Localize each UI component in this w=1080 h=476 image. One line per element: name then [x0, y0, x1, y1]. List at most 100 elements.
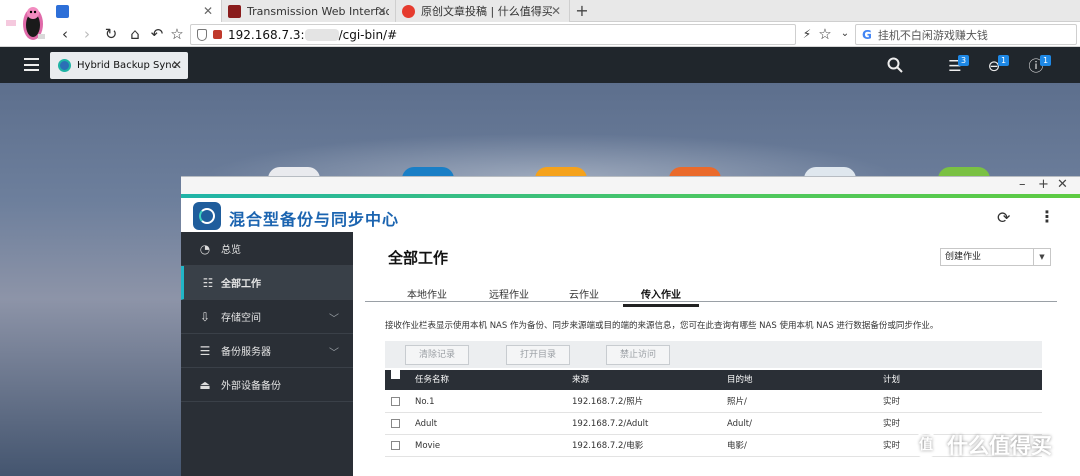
more-options-icon[interactable]: ⋮	[1039, 207, 1055, 226]
column-header-name[interactable]: 任务名称	[415, 370, 449, 390]
open-directory-button[interactable]: 打开目录	[506, 345, 570, 365]
column-header-destination[interactable]: 目的地	[727, 370, 753, 390]
block-access-button[interactable]: 禁止访问	[606, 345, 670, 365]
sidebar-item-external-backup[interactable]: ⏏ 外部设备备份	[181, 368, 353, 402]
browser-tab-qts[interactable]: ✕	[50, 0, 222, 22]
external-drive-icon: ⏏	[199, 378, 211, 392]
sidebar-item-backup-server[interactable]: ☰ 备份服务器 ﹀	[181, 334, 353, 368]
qnap-favicon-icon	[56, 4, 69, 18]
close-tab-icon[interactable]: ✕	[377, 4, 387, 18]
tab-incoming-jobs[interactable]: 传入作业	[623, 286, 699, 307]
main-menu-icon[interactable]	[24, 58, 39, 71]
page-title: 全部工作	[388, 249, 449, 267]
new-tab-button[interactable]: +	[572, 1, 592, 21]
column-header-schedule[interactable]: 计划	[883, 370, 900, 390]
home-button[interactable]: ⌂	[126, 25, 144, 43]
job-source: 192.168.7.2/电影	[572, 441, 644, 451]
create-job-label: 创建作业	[945, 252, 982, 262]
shield-icon	[197, 28, 207, 41]
list-icon: ☷	[202, 276, 214, 290]
app-tab-label: Hybrid Backup Sync	[77, 60, 178, 71]
close-tab-icon[interactable]: ✕	[203, 4, 213, 18]
sidebar-item-storage-space[interactable]: ⇩ 存储空间 ﹀	[181, 300, 353, 334]
job-source: 192.168.7.2/照片	[572, 397, 644, 407]
sidebar-item-label: 备份服务器	[221, 347, 271, 358]
tab-local-jobs[interactable]: 本地作业	[407, 286, 447, 301]
chevron-down-icon[interactable]: ﹀	[329, 344, 339, 359]
notices-badge: 1	[998, 55, 1009, 66]
clear-logs-button[interactable]: 清除记录	[405, 345, 469, 365]
download-icon: ⇩	[199, 310, 211, 324]
sidebar-item-label: 存储空间	[221, 313, 261, 324]
tasks-badge: 3	[958, 55, 969, 66]
job-name: No.1	[415, 397, 435, 407]
browser-tab-label: 原创文章投稿 | 什么值得买	[421, 5, 553, 18]
browser-tab-transmission[interactable]: Transmission Web Interface ✕	[222, 0, 396, 22]
sidebar-item-all-jobs[interactable]: ☷ 全部工作	[181, 266, 353, 300]
search-placeholder: 挂机不白闲游戏赚大钱	[877, 28, 988, 42]
column-header-source[interactable]: 来源	[572, 370, 589, 390]
events-badge: 1	[1040, 55, 1051, 66]
close-app-icon[interactable]: ✕	[172, 58, 182, 72]
hbs-app-icon	[58, 59, 71, 72]
job-tabs: 本地作业 远程作业 云作业 传入作业	[365, 282, 1057, 307]
back-button[interactable]: ‹	[56, 25, 74, 43]
url-suffix: /cgi-bin/#	[338, 27, 398, 42]
job-schedule: 实时	[883, 441, 901, 451]
row-checkbox[interactable]	[391, 419, 400, 428]
browser-tab-strip: ✕ Transmission Web Interface ✕ 原创文章投稿 | …	[0, 0, 1080, 22]
lightning-icon[interactable]: ⚡	[798, 25, 816, 43]
window-controls: – + ✕	[181, 177, 1080, 194]
app-taskbar-tab[interactable]: Hybrid Backup Sync ✕	[50, 52, 188, 79]
tab-remote-jobs[interactable]: 远程作业	[489, 286, 529, 301]
watermark-text: 什么值得买	[947, 434, 1052, 458]
bookmark-star-button[interactable]: ☆	[168, 25, 186, 43]
job-schedule: 实时	[883, 419, 901, 429]
table-header: 任务名称 来源 目的地 计划	[385, 370, 1042, 390]
minimize-icon[interactable]: –	[1019, 177, 1026, 193]
job-name: Movie	[415, 441, 441, 451]
close-window-icon[interactable]: ✕	[1057, 177, 1068, 193]
chevron-down-icon[interactable]: ﹀	[329, 310, 339, 325]
incoming-jobs-description: 接收作业栏表显示使用本机 NAS 作为备份、同步来源端或目的端的来源信息，您可在…	[385, 321, 939, 331]
sidebar-item-label: 全部工作	[221, 279, 261, 290]
avatar-character-icon	[6, 7, 45, 40]
create-job-dropdown[interactable]: 创建作业 ▼	[940, 248, 1051, 266]
row-checkbox[interactable]	[391, 397, 400, 406]
profile-avatar[interactable]	[0, 0, 50, 46]
tab-cloud-jobs[interactable]: 云作业	[569, 286, 599, 301]
dropdown-arrow-icon[interactable]: ⌄	[836, 25, 854, 43]
sidebar-item-label: 总览	[221, 245, 241, 256]
sidebar-item-label: 外部设备备份	[221, 381, 281, 392]
table-row[interactable]: No.1 192.168.7.2/照片 照片/ 实时	[385, 391, 1042, 413]
insecure-lock-icon	[213, 30, 222, 39]
reload-button[interactable]: ↻	[102, 25, 120, 43]
refresh-icon[interactable]: ⟳	[997, 208, 1010, 227]
dropdown-arrow-icon[interactable]: ▼	[1033, 249, 1050, 265]
job-schedule: 实时	[883, 397, 901, 407]
gauge-icon: ◔	[199, 242, 211, 256]
app-title: 混合型备份与同步中心	[229, 210, 400, 229]
transmission-favicon-icon	[228, 4, 241, 18]
maximize-icon[interactable]: +	[1038, 177, 1049, 193]
redacted-port	[304, 28, 339, 41]
watermark-badge: 值	[913, 432, 939, 458]
address-bar[interactable]: 192.168.7.3: /cgi-bin/#	[190, 24, 796, 45]
hbs-logo-icon	[193, 202, 221, 230]
qts-top-bar: Hybrid Backup Sync ✕ ☰ 3 ⊖ 1 ⓘ 1	[0, 47, 1080, 83]
job-destination: 照片/	[727, 397, 747, 407]
select-all-checkbox[interactable]	[391, 370, 400, 379]
close-tab-icon[interactable]: ✕	[551, 4, 561, 18]
forward-button[interactable]: ›	[78, 25, 96, 43]
job-destination: Adult/	[727, 419, 753, 429]
google-search-icon: G	[862, 27, 872, 42]
favorite-star-button[interactable]: ☆	[816, 25, 834, 43]
search-icon[interactable]	[886, 57, 904, 75]
browser-tab-label: Transmission Web Interface	[247, 4, 389, 18]
row-checkbox[interactable]	[391, 441, 400, 450]
url-prefix: 192.168.7.3:	[228, 27, 305, 42]
search-input[interactable]: G 挂机不白闲游戏赚大钱	[855, 24, 1077, 45]
browser-tab-smzdm[interactable]: 原创文章投稿 | 什么值得买 ✕	[396, 0, 570, 22]
undo-button[interactable]: ↶	[148, 25, 166, 43]
sidebar-item-overview[interactable]: ◔ 总览	[181, 232, 353, 266]
